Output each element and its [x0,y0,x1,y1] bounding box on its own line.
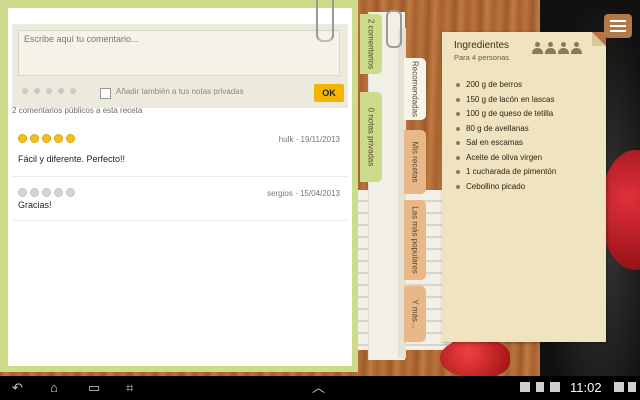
star-icon [18,188,27,197]
ingredient-item: 100 g de queso de tetilla [454,107,556,122]
rating-star-icon[interactable] [22,88,28,94]
tab-comments-label: 2 comentarios [366,18,376,70]
hamburger-icon [610,25,626,27]
tab-popular[interactable]: Las más populares [404,200,426,280]
tab-private-notes[interactable]: 0 notas privadas [360,92,382,182]
comment-input[interactable] [18,30,340,76]
gallery-icon [520,382,530,392]
rating-star-icon[interactable] [70,88,76,94]
comment-text: Fácil y diferente. Perfecto!! [18,154,126,164]
public-comments-count: 2 comentarios públicos a esta receta [12,106,143,115]
tab-my-recipes-label: Mis recetas [410,141,420,183]
tab-comments[interactable]: 2 comentarios [360,14,382,74]
wifi-icon [614,382,624,392]
star-icon [54,134,63,143]
comment-item: hulk · 19/11/2013 Fácil y diferente. Per… [12,126,348,177]
system-nav-bar: ↶ ⌂ ▭ ⌗ ︿ 11:02 [0,376,640,400]
comment-rating [18,134,75,143]
tab-recommended[interactable]: Recomendadas [404,58,426,120]
ok-button[interactable]: OK [314,84,344,102]
ingredient-item: 200 g de berros [454,78,556,93]
notification-icon [550,382,560,392]
star-icon [30,188,39,197]
music-icon [536,382,544,392]
comment-text: Gracias! [18,200,52,210]
rating-star-icon[interactable] [58,88,64,94]
tab-more[interactable]: Y más... [404,286,426,342]
rating-star-icon[interactable] [46,88,52,94]
ingredient-item: 1 cucharada de pimentón [454,165,556,180]
star-icon [42,188,51,197]
ingredients-title: Ingredientes [454,40,510,51]
tab-recommended-label: Recomendadas [410,60,420,118]
servings-people-icons [532,42,582,54]
rating-selector[interactable] [22,88,76,94]
back-icon[interactable]: ↶ [12,380,23,396]
clock: 11:02 [570,380,602,395]
comment-rating [18,188,75,197]
hamburger-icon [610,30,626,32]
ingredient-item: 150 g de lacón en lascas [454,93,556,108]
comments-panel: Añadir también a tus notas privadas OK 2… [0,0,358,372]
star-icon [66,134,75,143]
paperclip-icon [316,0,334,42]
servings-label: Para 4 personas [454,53,510,62]
private-notes-checkbox[interactable] [100,88,111,99]
star-icon [18,134,27,143]
hamburger-icon [610,20,626,22]
private-notes-label: Añadir también a tus notas privadas [116,87,244,96]
comment-item: sergios · 15/04/2013 Gracias! [12,180,348,221]
star-icon [30,134,39,143]
star-icon [54,188,63,197]
tab-popular-label: Las más populares [410,206,420,274]
star-icon [42,134,51,143]
comment-form: Añadir también a tus notas privadas OK [12,24,348,108]
ingredients-list: 200 g de berros 150 g de lacón en lascas… [454,78,556,194]
tab-more-label: Y más... [410,299,420,329]
red-pepper-image [440,338,510,378]
tab-my-recipes[interactable]: Mis recetas [404,130,426,194]
screenshot-icon[interactable]: ⌗ [126,380,133,396]
ingredient-item: Sal en escamas [454,136,556,151]
menu-button[interactable] [604,14,632,38]
home-icon[interactable]: ⌂ [50,380,58,396]
person-icon [532,42,543,54]
ingredient-item: Aceite de oliva virgen [454,151,556,166]
ingredients-card: Ingredientes Para 4 personas 200 g de be… [442,32,606,342]
recent-apps-icon[interactable]: ▭ [88,380,100,396]
star-icon [66,188,75,197]
comment-author-date: hulk · 19/11/2013 [278,135,340,144]
person-icon [571,42,582,54]
rating-star-icon[interactable] [34,88,40,94]
paperclip-icon [386,10,402,48]
chevron-up-icon[interactable]: ︿ [312,380,325,396]
comment-author-date: sergios · 15/04/2013 [267,189,340,198]
battery-icon [628,382,636,392]
ingredient-item: Cebollino picado [454,180,556,195]
person-icon [545,42,556,54]
person-icon [558,42,569,54]
comments-panel-content: Añadir también a tus notas privadas OK 2… [8,8,352,366]
tab-private-notes-label: 0 notas privadas [366,107,376,167]
ingredient-item: 80 g de avellanas [454,122,556,137]
